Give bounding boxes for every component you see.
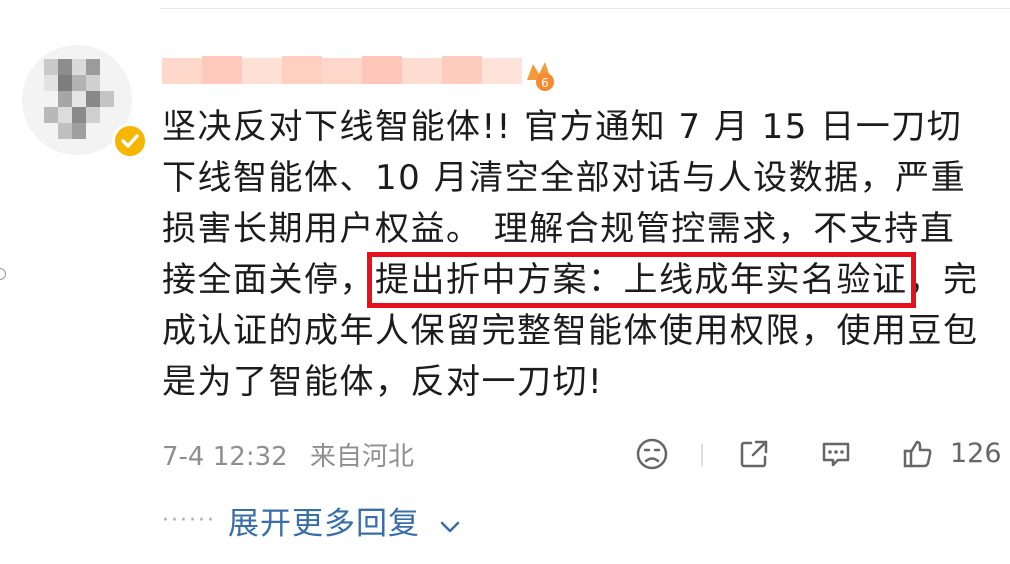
comment-line: 成认证的成年人保留完整智能体使用权限，使用豆包 [162,311,979,351]
comment-line: 接全面关停，提出折中方案：上线成年实名验证，完 [162,252,1002,308]
like-count: 126 [950,438,1002,469]
avatar-container[interactable] [22,45,148,159]
emoji-icon[interactable] [634,436,670,472]
comment-line: 下线智能体、10 月清空全部对话与人设数据，严重 [162,158,967,198]
comment-body: 坚决反对下线智能体!! 官方通知 7 月 15 日一刀切 下线智能体、10 月清… [162,102,1002,408]
like-icon[interactable] [900,436,936,472]
blurred-username-image [162,56,522,84]
comment-icon[interactable] [818,436,854,472]
comment-line: 坚决反对下线智能体!! 官方通知 7 月 15 日一刀切 [162,107,963,147]
expand-label: 展开更多回复 [227,505,420,542]
action-divider [701,444,703,466]
svg-text:6: 6 [541,76,549,90]
reply-dots: ······ [162,507,216,533]
level-badge-icon: 6 [521,56,557,92]
highlighted-proposal: 提出折中方案：上线成年实名验证 [367,252,916,308]
comment-segment: ，完 [907,260,979,300]
expand-more-replies-link[interactable]: 展开更多回复 [228,498,461,543]
top-divider [160,8,1010,9]
share-icon[interactable] [736,436,772,472]
comment-line: 损害长期用户权益。 理解合规管控需求，不支持直 [162,209,956,249]
comment-segment: 接全面关停， [162,260,375,300]
comment-line: 是为了智能体，反对一刀切! [162,362,604,402]
chevron-down-icon [440,521,460,532]
verified-badge [112,123,148,159]
left-edge-radio[interactable] [0,268,6,280]
action-bar: 126 [0,430,1010,480]
username-blurred[interactable] [162,52,542,88]
checkmark-icon [121,134,139,148]
expand-replies-row: ······ 展开更多回复 [162,498,461,542]
